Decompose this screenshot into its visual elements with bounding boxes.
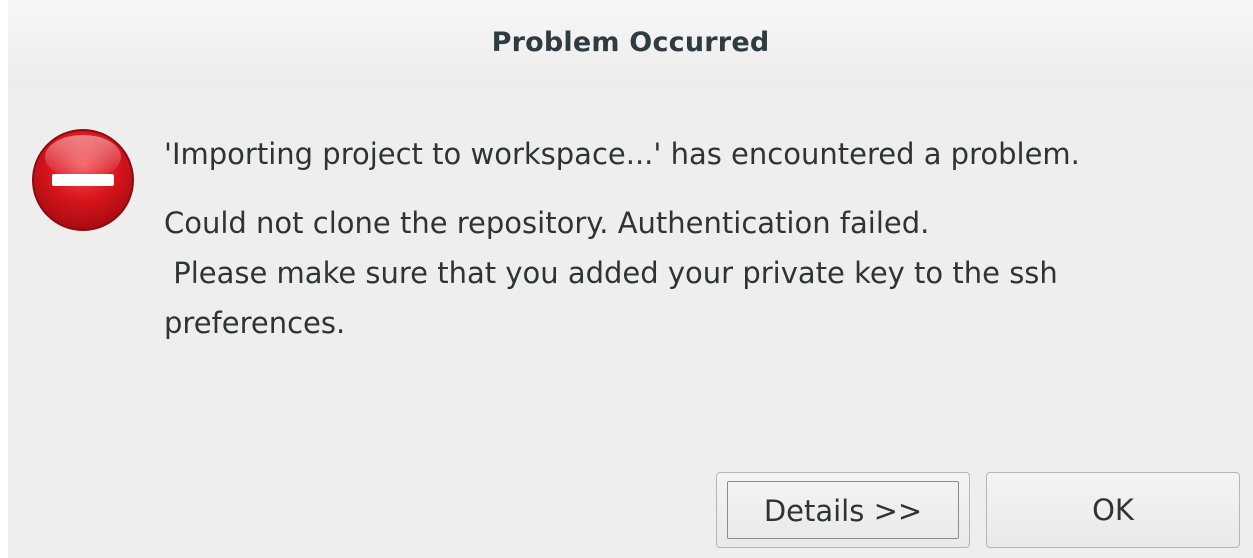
ok-button-label: OK [1092, 493, 1134, 527]
dialog-title: Problem Occurred [491, 27, 770, 58]
problem-dialog: Problem Occurred 'Importing project to w… [8, 0, 1253, 558]
message-area: 'Importing project to workspace...' has … [164, 130, 1234, 348]
details-button-focus-ring: Details >> [727, 481, 959, 539]
ok-button[interactable]: OK [986, 472, 1240, 548]
error-icon [32, 129, 134, 231]
error-detail: Could not clone the repository. Authenti… [164, 206, 1058, 340]
dialog-titlebar[interactable]: Problem Occurred [8, 0, 1253, 86]
error-headline: 'Importing project to workspace...' has … [164, 137, 1080, 171]
details-button[interactable]: Details >> [716, 472, 970, 548]
details-button-label: Details >> [763, 494, 923, 528]
